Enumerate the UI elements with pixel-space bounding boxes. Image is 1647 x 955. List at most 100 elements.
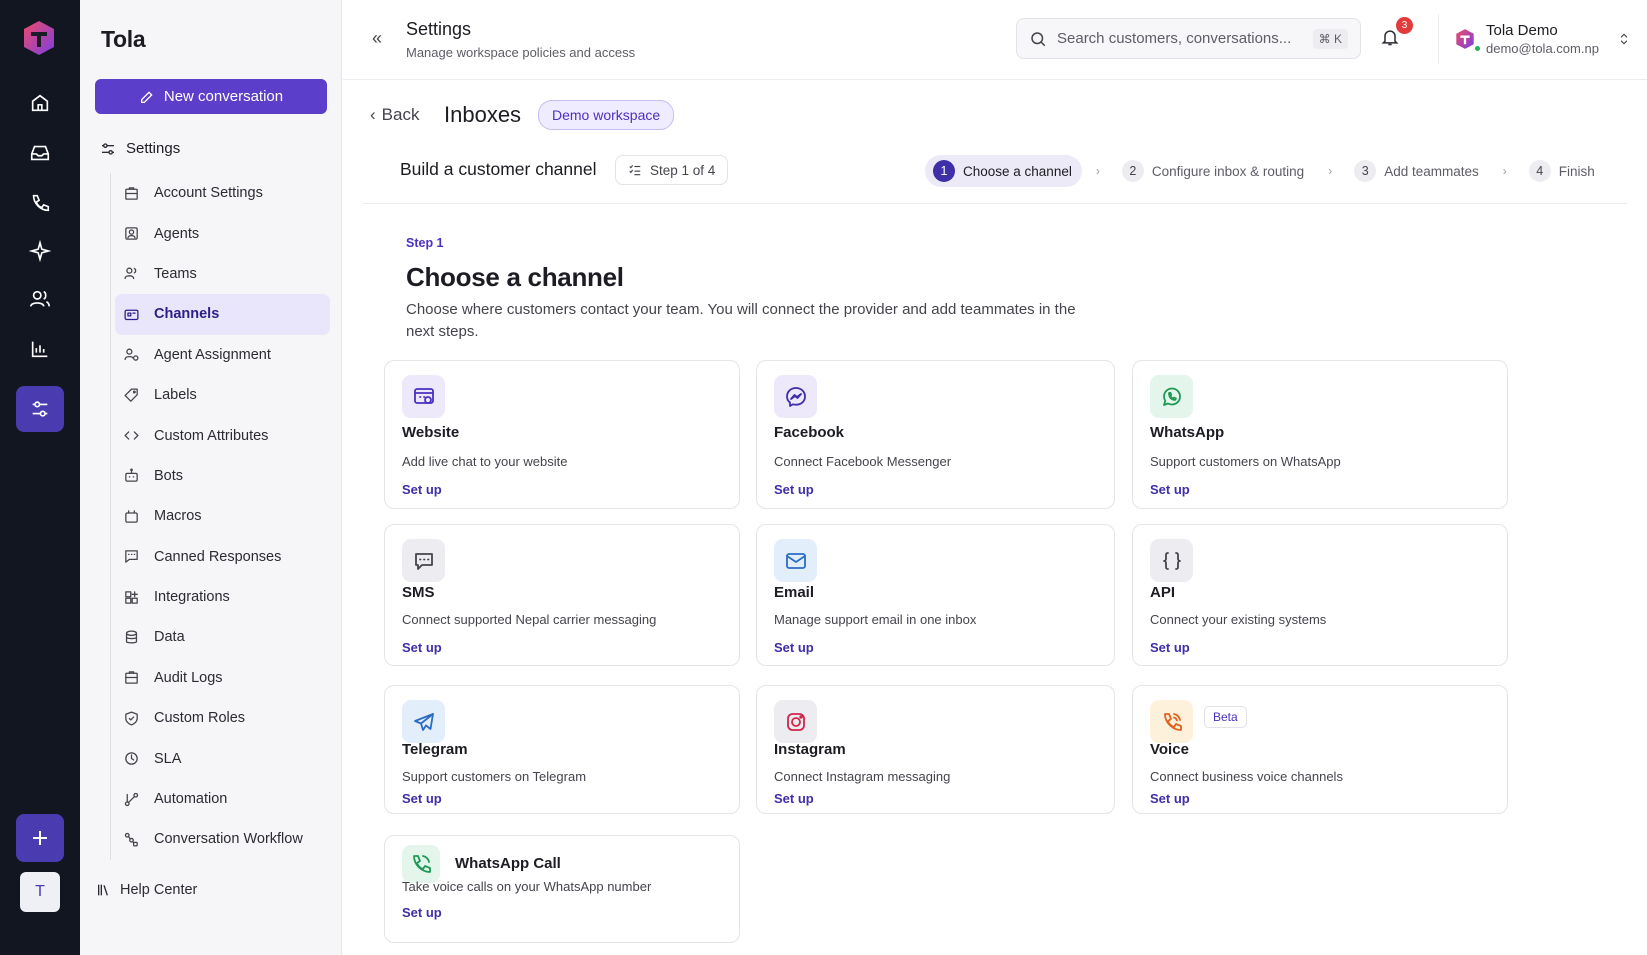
channel-card-facebook[interactable]: Facebook Connect Facebook Messenger Set up (756, 360, 1115, 509)
sidebar-item-label: Teams (154, 265, 197, 282)
sidebar-item-agent-assignment[interactable]: Agent Assignment (115, 335, 330, 375)
settings-heading[interactable]: Settings (100, 140, 180, 157)
channel-setup-link[interactable]: Set up (402, 640, 442, 655)
quick-create-button[interactable] (16, 814, 64, 862)
channel-setup-link[interactable]: Set up (1150, 791, 1190, 806)
sidebar-item-custom-attributes[interactable]: Custom Attributes (115, 415, 330, 455)
workspace-avatar[interactable]: T (20, 872, 60, 912)
new-conversation-button[interactable]: New conversation (95, 79, 327, 114)
build-channel-title: Build a customer channel (400, 159, 597, 179)
channel-setup-link[interactable]: Set up (774, 640, 814, 655)
sidebar-item-canned-responses[interactable]: Canned Responses (115, 537, 330, 577)
sidebar-item-audit-logs[interactable]: Audit Logs (115, 658, 330, 698)
wizard-step-1[interactable]: 1 Choose a channel (925, 155, 1082, 187)
channel-card-sms[interactable]: SMS Connect supported Nepal carrier messa… (384, 524, 740, 666)
channel-name: Facebook (774, 424, 845, 441)
braces-icon (1150, 539, 1193, 582)
nav-settings[interactable] (16, 386, 64, 432)
book-icon (98, 884, 108, 896)
channel-card-whatsapp[interactable]: WhatsApp Support customers on WhatsApp Set… (1132, 360, 1508, 509)
nav-ai[interactable] (16, 228, 64, 274)
sidebar-item-channels[interactable]: Channels (115, 294, 330, 335)
step-title: Choose a channel (963, 163, 1072, 179)
channel-description: Support customers on Telegram (402, 769, 587, 784)
nav-home[interactable] (16, 80, 64, 126)
channel-setup-link[interactable]: Set up (402, 905, 442, 920)
nav-calls[interactable] (16, 180, 64, 226)
collapse-sidebar-icon[interactable]: « (372, 28, 382, 49)
clock-icon (123, 750, 140, 767)
channel-card-website[interactable]: Website Add live chat to your website Set … (384, 360, 740, 509)
plus-icon (33, 831, 47, 845)
wizard-step-3[interactable]: 3 Add teammates (1346, 155, 1489, 187)
nav-contacts[interactable] (16, 276, 64, 322)
tag-icon (123, 387, 140, 404)
bot-icon (123, 467, 140, 484)
channel-setup-link[interactable]: Set up (402, 791, 442, 806)
wizard-step-2[interactable]: 2 Configure inbox & routing (1114, 155, 1314, 187)
sidebar-item-conversation-workflow[interactable]: Conversation Workflow (115, 819, 330, 859)
sidebar-item-custom-roles[interactable]: Custom Roles (115, 698, 330, 738)
nav-reports[interactable] (16, 326, 64, 372)
wizard-step-4[interactable]: 4 Finish (1521, 155, 1605, 187)
sidebar-item-label: SLA (154, 750, 182, 767)
chevron-right-icon: › (1502, 164, 1507, 178)
brand-name: Tola (101, 26, 146, 52)
channel-card-telegram[interactable]: Telegram Support customers on Telegram Set… (384, 685, 740, 814)
sidebar-item-label: Bots (154, 467, 184, 484)
sidebar-item-automation[interactable]: Automation (115, 779, 330, 819)
channel-card-instagram[interactable]: Instagram Connect Instagram messaging Set … (756, 685, 1115, 814)
sidebar-item-label: Integrations (154, 589, 230, 606)
channel-description: Add live chat to your website (402, 454, 568, 469)
channel-setup-link[interactable]: Set up (1150, 482, 1190, 497)
help-center-link[interactable]: Help Center (96, 882, 197, 898)
sidebar-item-account-settings[interactable]: Account Settings (115, 173, 330, 213)
sidebar-item-macros[interactable]: Macros (115, 496, 330, 536)
sidebar-item-label: Conversation Workflow (154, 831, 303, 848)
channel-card-api[interactable]: API Connect your existing systems Set up (1132, 524, 1508, 666)
nav-inbox[interactable] (16, 130, 64, 176)
chevron-updown-icon (1620, 33, 1628, 45)
audit-icon (123, 669, 140, 686)
sidebar-item-teams[interactable]: Teams (115, 254, 330, 294)
sidebar-item-integrations[interactable]: Integrations (115, 577, 330, 617)
section-heading: Choose a channel (406, 262, 624, 292)
channel-setup-link[interactable]: Set up (1150, 640, 1190, 655)
search-icon (1031, 31, 1046, 46)
website-chat-icon (402, 375, 445, 418)
channel-card-whatsapp-call[interactable]: WhatsApp Call Take voice calls on your Wh… (384, 835, 740, 943)
channel-setup-link[interactable]: Set up (774, 482, 814, 497)
sidebar-item-label: Account Settings (154, 185, 263, 202)
message-square-icon (123, 548, 140, 565)
notifications-button[interactable]: 3 (1380, 17, 1413, 53)
building-icon (123, 185, 140, 202)
channel-name: WhatsApp (1150, 424, 1225, 441)
macro-icon (123, 508, 140, 525)
user-menu[interactable]: Tola Demo demo@tola.com.np (1438, 14, 1631, 64)
channel-card-email[interactable]: Email Manage support email in one inbox Se… (756, 524, 1115, 666)
shield-icon (123, 710, 140, 727)
icon-rail: T (0, 0, 80, 955)
users-icon (30, 290, 50, 307)
global-search-input[interactable]: Search customers, conversations... ⌘ K (1016, 18, 1361, 59)
back-button[interactable]: ‹ Back (370, 105, 419, 125)
channel-card-voice[interactable]: Voice Connect business voice channels Set … (1132, 685, 1508, 814)
sidebar-item-label: Macros (154, 508, 202, 525)
sidebar-item-label: Agents (154, 225, 200, 242)
assignment-icon (123, 346, 140, 363)
sms-icon (402, 539, 445, 582)
app-logo-icon[interactable] (20, 19, 58, 57)
sidebar-item-labels[interactable]: Labels (115, 375, 330, 415)
sidebar-item-bots[interactable]: Bots (115, 456, 330, 496)
channel-setup-link[interactable]: Set up (402, 482, 442, 497)
sidebar-item-sla[interactable]: SLA (115, 738, 330, 778)
sidebar-item-agents[interactable]: Agents (115, 213, 330, 253)
channel-name: Telegram (402, 741, 468, 758)
sidebar-item-label: Data (154, 629, 185, 646)
channel-setup-link[interactable]: Set up (774, 791, 814, 806)
user-name: Tola Demo (1486, 22, 1558, 39)
teams-icon (123, 265, 140, 282)
section-divider (363, 203, 1627, 204)
sidebar-item-data[interactable]: Data (115, 617, 330, 657)
help-center-label: Help Center (120, 882, 198, 898)
